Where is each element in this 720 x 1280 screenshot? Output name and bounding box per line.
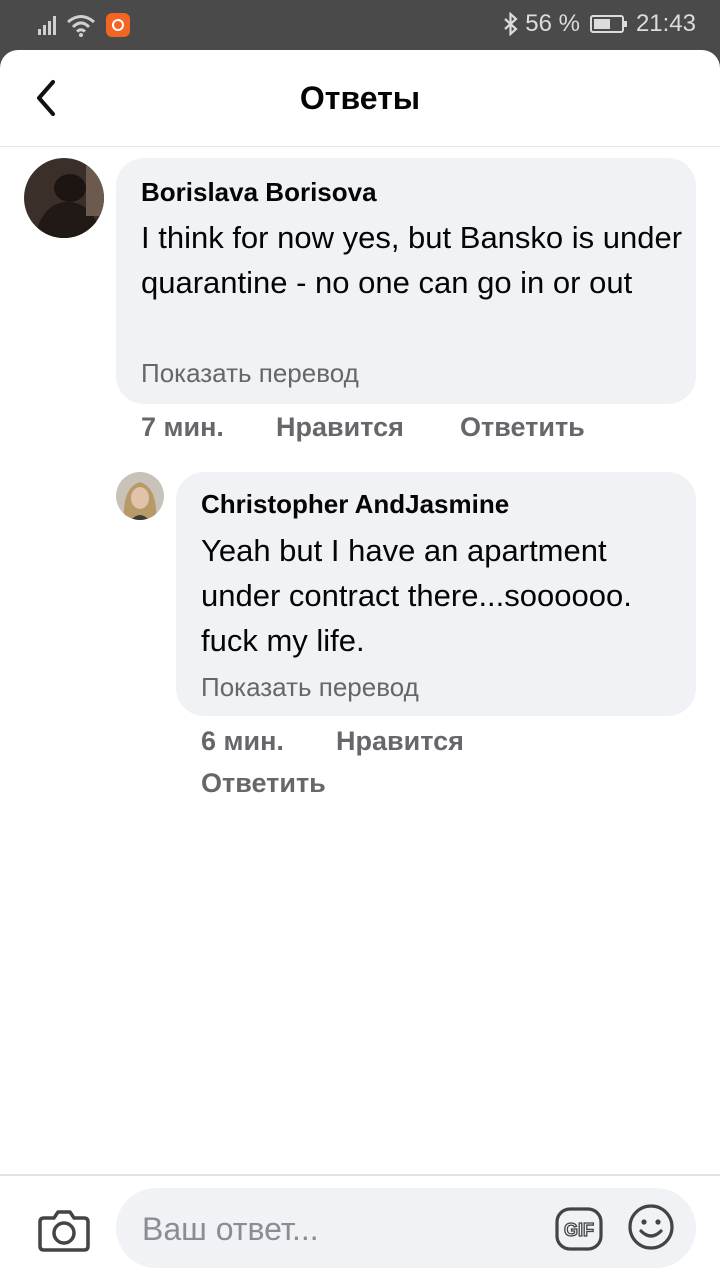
like-button[interactable]: Нравится bbox=[276, 412, 404, 443]
svg-text:GIF: GIF bbox=[564, 1220, 594, 1240]
like-button[interactable]: Нравится bbox=[336, 726, 464, 757]
header: Ответы bbox=[0, 50, 720, 147]
gif-button[interactable]: GIF bbox=[554, 1206, 604, 1252]
reply-button[interactable]: Ответить bbox=[201, 768, 326, 799]
camera-button[interactable] bbox=[36, 1202, 92, 1258]
wifi-icon bbox=[67, 15, 95, 37]
comment-time: 7 мин. bbox=[141, 412, 224, 442]
replies-sheet: Ответы Borislava Borisova I think for no… bbox=[0, 50, 720, 1280]
reply-field: GIF bbox=[116, 1188, 696, 1270]
mi-app-icon bbox=[106, 13, 130, 37]
reply-button[interactable]: Ответить bbox=[460, 412, 585, 443]
bluetooth-icon bbox=[504, 12, 518, 36]
reply-composer: GIF bbox=[0, 1174, 720, 1280]
camera-icon bbox=[38, 1210, 90, 1252]
emoji-button[interactable] bbox=[626, 1202, 676, 1252]
page-title: Ответы bbox=[299, 80, 421, 116]
show-translation-link[interactable]: Показать перевод bbox=[141, 358, 359, 389]
battery-percent: 56 % bbox=[525, 10, 580, 37]
signal-icon bbox=[38, 15, 56, 35]
comment-author[interactable]: Borislava Borisova bbox=[141, 177, 377, 208]
comment-author[interactable]: Christopher AndJasmine bbox=[201, 489, 509, 520]
reply-input[interactable] bbox=[140, 1188, 544, 1270]
status-left bbox=[38, 12, 130, 38]
gif-icon: GIF bbox=[555, 1207, 603, 1251]
smiley-icon bbox=[628, 1204, 674, 1250]
comment-time: 6 мин. bbox=[201, 726, 284, 756]
status-right: 56 % 21:43 bbox=[503, 10, 696, 38]
avatar[interactable] bbox=[116, 472, 164, 520]
show-translation-link[interactable]: Показать перевод bbox=[201, 672, 419, 703]
battery-icon bbox=[589, 15, 627, 33]
clock: 21:43 bbox=[635, 10, 696, 37]
comment-text: I think for now yes, but Bansko is under… bbox=[141, 220, 683, 300]
comment-text: Yeah but I have an apartment under contr… bbox=[201, 533, 632, 658]
avatar[interactable] bbox=[24, 158, 104, 238]
status-bar: 56 % 21:43 bbox=[0, 0, 720, 50]
